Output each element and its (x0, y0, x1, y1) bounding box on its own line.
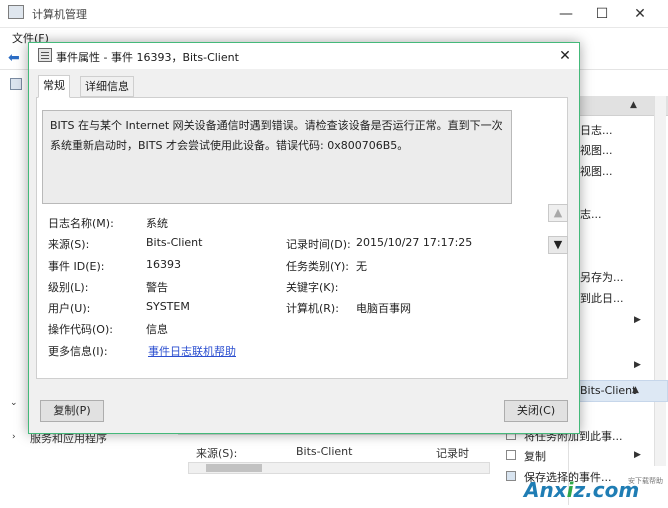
source-label: 来源(S): (48, 238, 90, 251)
action-item[interactable]: 另存为... (580, 269, 624, 285)
action-copy[interactable]: 复制 (524, 448, 546, 464)
list-row-truncated: 记录时 (436, 447, 469, 460)
watermark-subtext: 安下载帮助 (628, 477, 663, 485)
logged-label: 记录时间(D): (286, 238, 351, 251)
tab-details[interactable]: 详细信息 (80, 76, 134, 97)
tree-collapse-icon[interactable]: ⌄ (10, 398, 18, 408)
tree-root-icon (10, 78, 22, 90)
log-name-label: 日志名称(M): (48, 217, 114, 230)
action-item[interactable]: 日志... (580, 122, 613, 138)
computer-label: 计算机(R): (286, 302, 339, 315)
event-id-value: 16393 (146, 258, 181, 271)
opcode-value: 信息 (146, 323, 168, 336)
scrollbar-thumb[interactable] (206, 464, 262, 472)
collapse-up-icon[interactable]: ▲ (630, 100, 637, 110)
level-label: 级别(L): (48, 281, 89, 294)
task-category-value: 无 (356, 260, 367, 273)
list-row-source-value: Bits-Client (296, 445, 353, 458)
source-value: Bits-Client (146, 236, 203, 249)
computer-value: 电脑百事网 (356, 302, 411, 315)
task-category-label: 任务类别(Y): (286, 260, 350, 273)
anxz-watermark-logo: Anxiz.com (524, 478, 640, 502)
back-arrow-icon[interactable]: ⬅ (8, 50, 20, 66)
copy-icon (506, 450, 516, 460)
arrow-down-icon: ▼ (553, 238, 563, 251)
maximize-button[interactable]: ☐ (584, 3, 620, 25)
computer-management-icon (8, 5, 24, 19)
event-id-label: 事件 ID(E): (48, 260, 105, 273)
event-description: BITS 在与某个 Internet 网关设备通信时遇到错误。请检查该设备是否运… (50, 119, 503, 152)
next-event-button[interactable]: ▼ (548, 236, 568, 254)
previous-event-button[interactable]: ▲ (548, 204, 568, 222)
background-window-title: 计算机管理 (32, 8, 87, 21)
submenu-arrow-icon: ▶ (634, 360, 641, 370)
divider (178, 434, 578, 435)
save-icon (506, 471, 516, 481)
opcode-label: 操作代码(O): (48, 323, 113, 336)
list-row-source-label: 来源(S): (196, 447, 238, 460)
action-item[interactable]: 视图... (580, 142, 613, 158)
action-item[interactable]: 志... (580, 206, 602, 222)
keywords-label: 关键字(K): (286, 281, 339, 294)
dialog-title: 事件属性 - 事件 16393，Bits-Client (56, 51, 239, 64)
submenu-arrow-icon: ▶ (634, 450, 641, 460)
action-item[interactable]: 到此日... (580, 290, 624, 306)
tree-expand-icon[interactable]: › (12, 432, 16, 442)
submenu-arrow-icon: ▶ (634, 315, 641, 325)
actions-selected-header-label: Bits-Client (580, 384, 637, 397)
dialog-close-button[interactable]: ✕ (552, 45, 578, 67)
minimize-button[interactable]: — (548, 3, 584, 25)
more-info-label: 更多信息(I): (48, 345, 108, 358)
action-item[interactable]: 视图... (580, 163, 613, 179)
event-log-online-help-link[interactable]: 事件日志联机帮助 (148, 343, 236, 359)
event-properties-icon (38, 48, 52, 62)
close-window-button[interactable]: ✕ (622, 3, 658, 25)
tab-general[interactable]: 常规 (38, 75, 70, 98)
log-name-value: 系统 (146, 217, 168, 230)
collapse-up-icon[interactable]: ▲ (632, 385, 639, 395)
user-value: SYSTEM (146, 300, 190, 313)
close-button[interactable]: 关闭(C) (504, 400, 568, 422)
level-value: 警告 (146, 281, 168, 294)
copy-button[interactable]: 复制(P) (40, 400, 104, 422)
logged-value: 2015/10/27 17:17:25 (356, 236, 473, 249)
user-label: 用户(U): (48, 302, 91, 315)
actions-scrollbar[interactable] (654, 96, 666, 466)
arrow-up-icon: ▲ (553, 206, 563, 219)
